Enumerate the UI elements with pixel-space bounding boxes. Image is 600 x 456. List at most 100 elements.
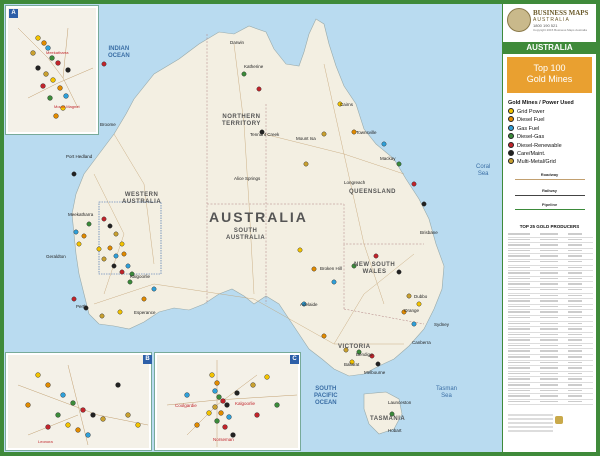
gold-mine-marker[interactable]: [411, 181, 417, 187]
inset-map-a[interactable]: Meekatharra Mount Magnet: [6, 6, 98, 134]
gold-mine-marker[interactable]: [241, 71, 247, 77]
gold-mine-marker[interactable]: [63, 93, 69, 99]
gold-mine-marker[interactable]: [234, 390, 240, 396]
gold-mine-marker[interactable]: [65, 67, 71, 73]
gold-mine-marker[interactable]: [85, 432, 91, 438]
gold-mine-marker[interactable]: [421, 201, 427, 207]
gold-mine-marker[interactable]: [35, 65, 41, 71]
gold-mine-marker[interactable]: [125, 263, 131, 269]
gold-mine-marker[interactable]: [71, 296, 77, 302]
gold-mine-marker[interactable]: [151, 286, 157, 292]
gold-mine-marker[interactable]: [226, 414, 232, 420]
gold-mine-marker[interactable]: [101, 256, 107, 262]
map-area[interactable]: INDIAN OCEAN SOUTH PACIFIC OCEAN Coral Sea T…: [4, 4, 502, 452]
gold-mine-marker[interactable]: [81, 233, 87, 239]
gold-mine-marker[interactable]: [41, 40, 47, 46]
gold-mine-marker[interactable]: [224, 402, 230, 408]
gold-mine-marker[interactable]: [113, 253, 119, 259]
gold-mine-marker[interactable]: [45, 424, 51, 430]
inset-map-b[interactable]: Leonora: [6, 353, 151, 450]
gold-mine-marker[interactable]: [209, 372, 215, 378]
legend-item-label: Care/Maint.: [517, 151, 546, 157]
gold-mine-marker[interactable]: [117, 309, 123, 315]
gold-mine-marker[interactable]: [222, 424, 228, 430]
gold-mine-marker[interactable]: [30, 50, 36, 56]
gold-mine-marker[interactable]: [206, 410, 212, 416]
gold-mine-marker[interactable]: [71, 171, 77, 177]
gold-mine-marker[interactable]: [411, 321, 417, 327]
gold-mine-marker[interactable]: [119, 241, 125, 247]
gold-mine-marker[interactable]: [43, 71, 49, 77]
gold-mine-marker[interactable]: [184, 392, 190, 398]
gold-mine-marker[interactable]: [50, 77, 56, 83]
gold-mine-marker[interactable]: [76, 241, 82, 247]
gold-mine-marker[interactable]: [57, 85, 63, 91]
gold-mine-marker[interactable]: [194, 422, 200, 428]
gold-mine-marker[interactable]: [49, 55, 55, 61]
gold-mine-marker[interactable]: [254, 412, 260, 418]
gold-mine-marker[interactable]: [107, 245, 113, 251]
gold-mine-marker[interactable]: [25, 402, 31, 408]
gold-mine-marker[interactable]: [40, 83, 46, 89]
legend-sidebar: BUSINESS MAPS AUSTRALIA 1800 190 521 Cop…: [503, 4, 596, 452]
gold-mine-marker[interactable]: [75, 427, 81, 433]
gold-mine-marker[interactable]: [60, 392, 66, 398]
gold-mine-marker[interactable]: [212, 388, 218, 394]
gold-mine-marker[interactable]: [264, 374, 270, 380]
gold-mine-marker[interactable]: [250, 382, 256, 388]
gold-mine-marker[interactable]: [331, 279, 337, 285]
gold-mine-marker[interactable]: [212, 404, 218, 410]
gold-mine-marker[interactable]: [321, 131, 327, 137]
gold-mine-marker[interactable]: [216, 394, 222, 400]
gold-mine-marker[interactable]: [396, 161, 402, 167]
gold-mine-marker[interactable]: [80, 407, 86, 413]
gold-mine-marker[interactable]: [125, 412, 131, 418]
gold-mine-marker[interactable]: [65, 422, 71, 428]
gold-mine-marker[interactable]: [70, 400, 76, 406]
city-kalgoorlie: Kalgoorlie: [130, 274, 151, 279]
gold-mine-marker[interactable]: [214, 418, 220, 424]
gold-mine-marker[interactable]: [406, 293, 412, 299]
gold-mine-marker[interactable]: [297, 247, 303, 253]
gold-mine-marker[interactable]: [111, 263, 117, 269]
gold-mine-marker[interactable]: [86, 221, 92, 227]
gold-mine-marker[interactable]: [99, 313, 105, 319]
gold-mine-marker[interactable]: [375, 361, 381, 367]
inset-map-c[interactable]: Coolgardie Kalgoorlie Norseman: [155, 353, 300, 450]
gold-mine-marker[interactable]: [113, 231, 119, 237]
gold-mine-marker[interactable]: [115, 382, 121, 388]
gold-mine-marker[interactable]: [321, 333, 327, 339]
gold-mine-marker[interactable]: [121, 251, 127, 257]
gold-mine-marker[interactable]: [135, 422, 141, 428]
top25-title: TOP 25 GOLD PRODUCERS: [519, 224, 580, 229]
gold-mine-marker[interactable]: [45, 382, 51, 388]
gold-mine-marker[interactable]: [90, 412, 96, 418]
gold-mine-marker[interactable]: [381, 141, 387, 147]
gold-mine-marker[interactable]: [311, 266, 317, 272]
gold-mine-marker[interactable]: [373, 253, 379, 259]
gold-mine-marker[interactable]: [256, 86, 262, 92]
south-pacific-ocean-label: SOUTH PACIFIC OCEAN: [314, 386, 338, 406]
gold-mine-marker[interactable]: [107, 223, 113, 229]
gold-mine-marker[interactable]: [396, 269, 402, 275]
gold-mine-marker[interactable]: [35, 35, 41, 41]
gold-mine-marker[interactable]: [101, 61, 107, 67]
gold-mine-marker[interactable]: [73, 229, 79, 235]
gold-mine-marker[interactable]: [101, 216, 107, 222]
gold-mine-marker[interactable]: [127, 279, 133, 285]
gold-mine-marker[interactable]: [100, 416, 106, 422]
gold-mine-marker[interactable]: [220, 398, 226, 404]
gold-mine-marker[interactable]: [274, 402, 280, 408]
gold-mine-marker[interactable]: [416, 301, 422, 307]
gold-mine-marker[interactable]: [218, 410, 224, 416]
gold-mine-marker[interactable]: [55, 412, 61, 418]
gold-mine-marker[interactable]: [55, 60, 61, 66]
gold-mine-marker[interactable]: [47, 95, 53, 101]
gold-mine-marker[interactable]: [35, 372, 41, 378]
gold-mine-marker[interactable]: [141, 296, 147, 302]
gold-mine-marker[interactable]: [214, 380, 220, 386]
gold-mine-marker[interactable]: [119, 269, 125, 275]
gold-mine-marker[interactable]: [303, 161, 309, 167]
gold-mine-marker[interactable]: [53, 113, 59, 119]
gold-mine-marker[interactable]: [96, 246, 102, 252]
